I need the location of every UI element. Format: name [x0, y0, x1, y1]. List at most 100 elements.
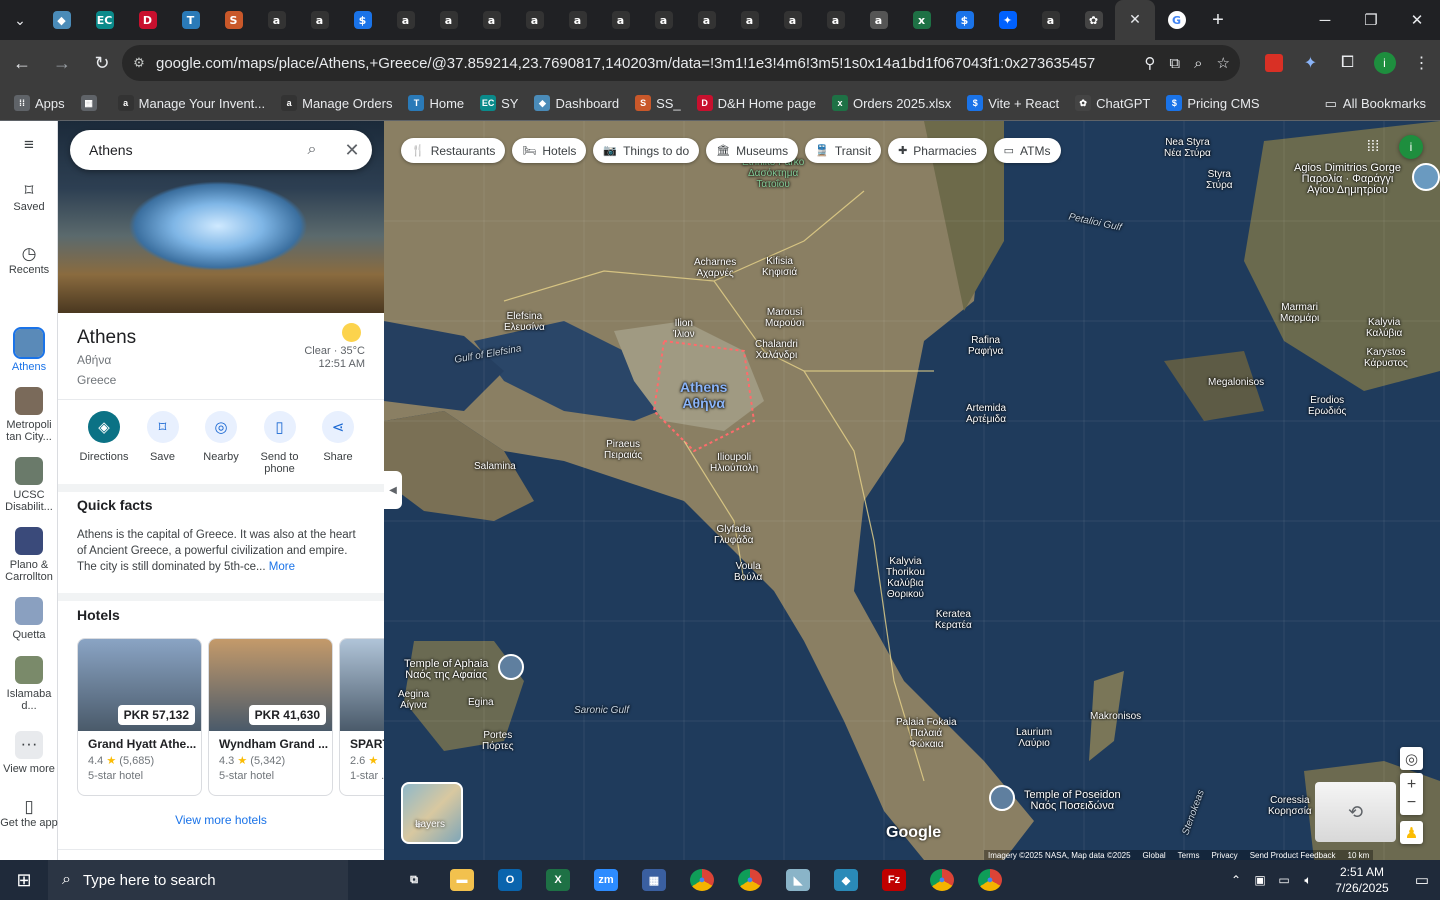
globe-view-toggle[interactable]: ⟲	[1315, 782, 1396, 842]
map-label-kalyvia[interactable]: Kalyvia Thorikou Καλύβια Θορικού	[886, 556, 925, 600]
map-label-kalyvia-2[interactable]: Kalyvia Καλύβια	[1366, 317, 1402, 339]
browser-tab[interactable]: a	[470, 0, 513, 40]
taskbar-chrome[interactable]: ●	[966, 860, 1014, 900]
bookmark-grid[interactable]: ▦	[80, 95, 102, 111]
directions-button[interactable]: ◈ Directions	[75, 411, 133, 463]
url-text[interactable]: google.com/maps/place/Athens,+Greece/@37…	[156, 55, 1096, 72]
map-label-egina[interactable]: Egina	[468, 697, 494, 708]
zoom-out-button[interactable]: −	[1407, 794, 1416, 812]
volume-icon[interactable]: 🔈︎	[1296, 873, 1320, 888]
taskbar-file-explorer[interactable]: ▬	[438, 860, 486, 900]
show-hidden-icons-chevron-icon[interactable]: ⌃	[1224, 873, 1248, 887]
map-label-agios-dimitrios[interactable]: Agios Dimitrios Gorge Παρολία · Φαράγγι Αγ…	[1294, 163, 1401, 196]
map-label-karystos[interactable]: Karystos Κάρυστος	[1364, 347, 1408, 369]
chip-hotels[interactable]: 🛏 Hotels	[512, 138, 587, 163]
view-more-hotels-link[interactable]: View more hotels	[58, 813, 384, 827]
temple-poseidon-photo-marker[interactable]	[989, 785, 1015, 811]
profile-avatar[interactable]: i	[1366, 52, 1403, 74]
browser-tab[interactable]: a	[728, 0, 771, 40]
map-label-voula[interactable]: Voula Βούλα	[734, 561, 762, 583]
new-tab-button[interactable]: +	[1198, 0, 1238, 40]
agios-dimitrios-photo-marker[interactable]	[1412, 163, 1440, 191]
menu-kebab-icon[interactable]: ⋮	[1403, 53, 1440, 73]
site-info-icon[interactable]: ⚙	[122, 55, 156, 71]
chip-things-to-do[interactable]: 📷 Things to do	[593, 138, 700, 163]
map-label-megalonisos[interactable]: Megalonisos	[1208, 377, 1264, 388]
attribution-item[interactable]: Global	[1143, 851, 1166, 860]
share-button[interactable]: ⋖ Share	[309, 411, 367, 463]
bookmark-diamond[interactable]: ◆ Dashboard	[534, 95, 619, 111]
attribution-item[interactable]: Terms	[1178, 851, 1200, 860]
active-tab[interactable]: ✕	[1115, 0, 1155, 40]
install-app-icon[interactable]: ⧉	[1169, 55, 1180, 72]
taskbar-chrome[interactable]: ●	[918, 860, 966, 900]
recent-place[interactable]: Metropoli tan City...	[0, 387, 58, 443]
map-label-elefsina[interactable]: Elefsina Ελευσίνα	[504, 311, 545, 333]
search-icon[interactable]: ⌕	[292, 141, 332, 159]
extensions-puzzle-icon[interactable]: ⧠	[1329, 54, 1366, 72]
hotel-card[interactable]: SPARTA...2.6 ★ 1-star ...	[339, 638, 384, 796]
map-label-rafina[interactable]: Rafina Ραφήνα	[968, 335, 1003, 357]
reload-button[interactable]: ↻	[84, 45, 120, 81]
tab-google[interactable]: G	[1155, 0, 1198, 40]
forward-button[interactable]: →	[44, 45, 80, 81]
tray-app-icon[interactable]: ▣	[1248, 873, 1272, 887]
chip-museums[interactable]: 🏛 Museums	[706, 138, 799, 163]
browser-tab[interactable]: a	[685, 0, 728, 40]
map-label-piraeus[interactable]: Piraeus Πειραιάς	[604, 439, 642, 461]
bookmark-amazon[interactable]: a Manage Orders	[281, 95, 392, 111]
map-label-glyfada[interactable]: Glyfada Γλυφάδα	[714, 524, 753, 546]
search-input[interactable]: Athens	[89, 142, 292, 158]
browser-tab[interactable]: $	[341, 0, 384, 40]
taskbar-outlook[interactable]: O	[486, 860, 534, 900]
map-label-styra[interactable]: Styra Στύρα	[1206, 169, 1233, 191]
taskbar-notes[interactable]: ◣	[774, 860, 822, 900]
my-location-button[interactable]: ◎	[1400, 747, 1423, 770]
taskbar-search[interactable]: ⌕ Type here to search	[48, 860, 348, 900]
browser-tab[interactable]: D	[126, 0, 169, 40]
recent-place[interactable]: UCSC Disabilit...	[0, 457, 58, 513]
map-label-marousi[interactable]: Marousi Μαρούσι	[765, 307, 804, 329]
browser-tab[interactable]: a	[771, 0, 814, 40]
map-label-ilion[interactable]: Ilion Ίλιον	[673, 318, 695, 340]
browser-tab[interactable]: a	[513, 0, 556, 40]
attribution-item[interactable]: 10 km	[1348, 851, 1370, 860]
map-label-kifisia[interactable]: Kifisia Κηφισιά	[762, 256, 797, 278]
browser-tab[interactable]: x	[900, 0, 943, 40]
bookmark-dh[interactable]: D D&H Home page	[696, 95, 816, 111]
taskbar-chrome[interactable]: ●	[678, 860, 726, 900]
zoom-in-button[interactable]: +	[1407, 776, 1416, 794]
save-button[interactable]: ⌑ Save	[134, 411, 192, 463]
bookmark-ta[interactable]: T Home	[408, 95, 464, 111]
all-bookmarks-button[interactable]: ▭ All Bookmarks	[1325, 86, 1426, 121]
send-to-phone-button[interactable]: ▯ Send to phone	[251, 411, 309, 475]
taskbar-chrome[interactable]: ●	[726, 860, 774, 900]
browser-tab[interactable]: S	[212, 0, 255, 40]
browser-tab[interactable]: a	[427, 0, 470, 40]
recent-place[interactable]: Athens	[0, 327, 58, 373]
map-label-makronisos[interactable]: Makronisos	[1090, 711, 1141, 722]
browser-tab[interactable]: ✦	[986, 0, 1029, 40]
map-label-lavrio[interactable]: Laurium Λαύριο	[1016, 727, 1052, 749]
bookmark-amazon[interactable]: a Manage Your Invent...	[117, 95, 265, 111]
extension-red-icon[interactable]	[1255, 54, 1292, 72]
search-box[interactable]: Athens ⌕ ✕	[70, 130, 372, 170]
browser-tab[interactable]: ✿	[1072, 0, 1115, 40]
back-button[interactable]: ←	[4, 45, 40, 81]
chip-restaurants[interactable]: 🍴 Restaurants	[401, 138, 506, 163]
rail-saved[interactable]: ⌑ Saved	[0, 182, 58, 213]
rail-view-more[interactable]: ··· View more	[0, 731, 58, 775]
taskbar-filezilla[interactable]: Fz	[870, 860, 918, 900]
address-bar[interactable]: ⚙ google.com/maps/place/Athens,+Greece/@…	[122, 45, 1240, 81]
temple-aphaia-photo-marker[interactable]	[498, 654, 524, 680]
map-label-athens[interactable]: Athens Αθήνα	[680, 379, 727, 411]
browser-tab[interactable]: EC	[83, 0, 126, 40]
taskbar-excel[interactable]: X	[534, 860, 582, 900]
bookmark-s[interactable]: $ Pricing CMS	[1166, 95, 1260, 111]
bookmark-apps-grid[interactable]: ⁞⁞ Apps	[14, 95, 65, 111]
browser-tab[interactable]: a	[599, 0, 642, 40]
map-label-ilioupoli[interactable]: Ilioupoli Ηλιούπολη	[710, 452, 758, 474]
close-tab-icon[interactable]: ✕	[1126, 11, 1144, 29]
recent-place[interactable]: Islamaba d...	[0, 656, 58, 712]
map-label-coressia[interactable]: Coressia Κορησσία	[1268, 795, 1312, 817]
